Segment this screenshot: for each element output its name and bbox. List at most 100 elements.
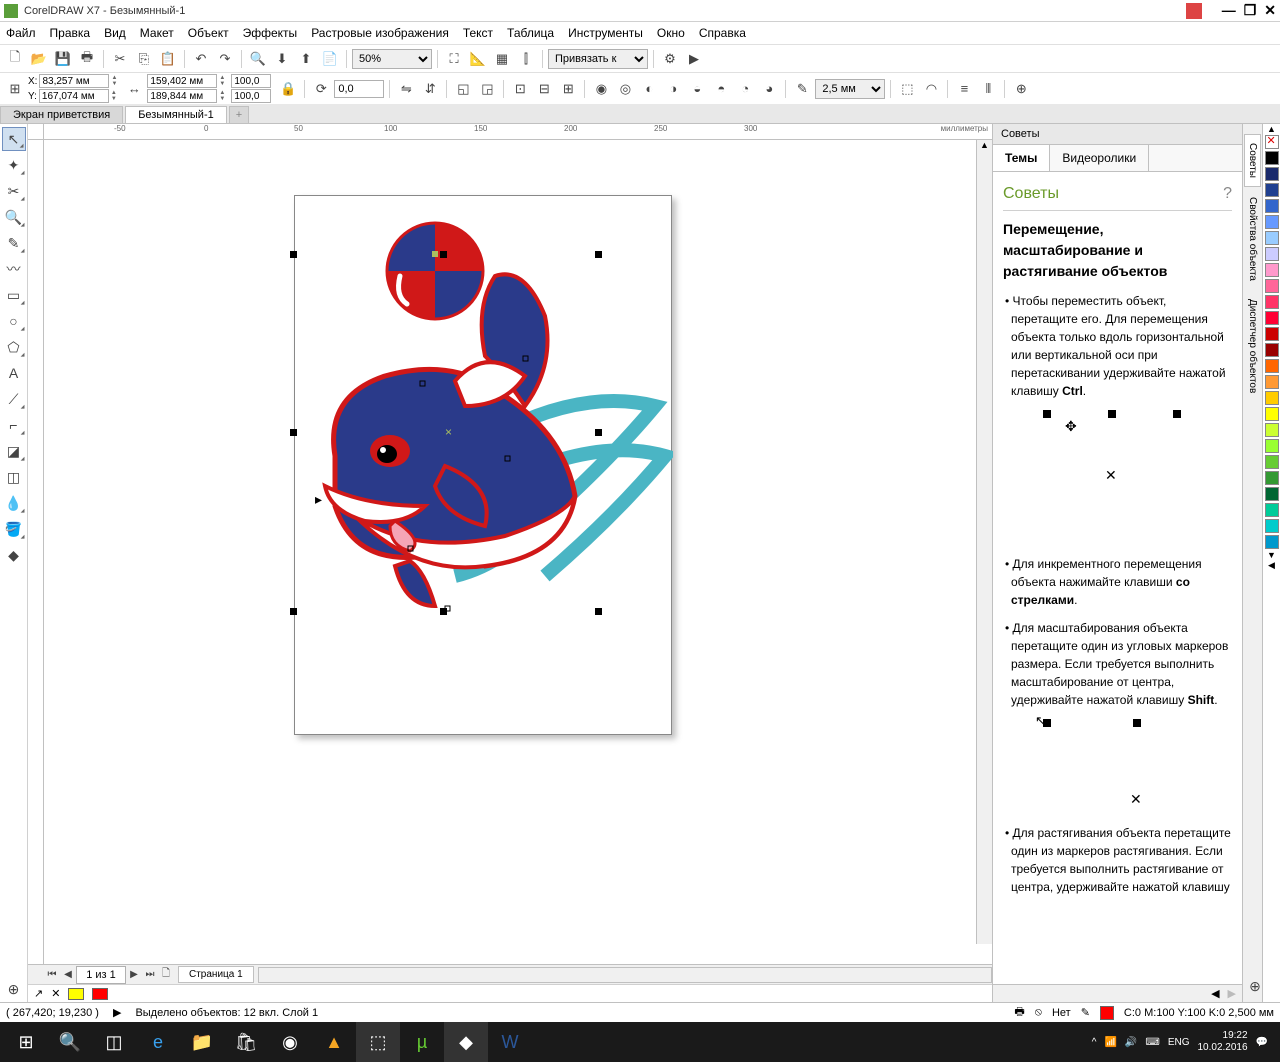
color-swatch[interactable]	[1265, 359, 1279, 373]
color-swatch[interactable]	[1265, 471, 1279, 485]
color-swatch[interactable]	[1265, 375, 1279, 389]
maximize-button[interactable]: ❐	[1244, 2, 1257, 19]
hints-tab-topics[interactable]: Темы	[993, 145, 1050, 171]
polygon-tool-icon[interactable]: ⬠◢	[2, 335, 26, 359]
dolphin-artwork[interactable]: × ▸	[295, 206, 673, 626]
selection-handle[interactable]	[290, 251, 297, 258]
color-swatch[interactable]	[1265, 535, 1279, 549]
palette-flyout-icon[interactable]: ◀	[1263, 560, 1280, 571]
hints-content[interactable]: Советы? Перемещение, масштабирование и р…	[993, 172, 1242, 984]
docker-hints[interactable]: Советы	[1244, 134, 1261, 187]
store-icon[interactable]: 🛍	[224, 1022, 268, 1062]
menu-effects[interactable]: Эффекты	[243, 26, 298, 40]
undo-icon[interactable]: ↶	[190, 48, 212, 70]
color-proof-icon[interactable]: 🖶	[1014, 1003, 1024, 1022]
color-swatch[interactable]	[1265, 503, 1279, 517]
menu-tools[interactable]: Инструменты	[568, 26, 643, 40]
clock[interactable]: 19:22 10.02.2016	[1197, 1030, 1247, 1054]
zoom-tool-icon[interactable]: 🔍◢	[2, 205, 26, 229]
quick-customize-docker-icon[interactable]: ⊕	[1243, 977, 1267, 1001]
trim-icon[interactable]: ◐	[638, 78, 660, 100]
color-swatch[interactable]	[1265, 343, 1279, 357]
color-swatch[interactable]	[1265, 407, 1279, 421]
back-minus-icon[interactable]: ◔	[734, 78, 756, 100]
transparency-icon[interactable]: ◫	[2, 465, 26, 489]
boundary-icon[interactable]: ◕	[758, 78, 780, 100]
search-icon[interactable]: 🔍	[247, 48, 269, 70]
start-button[interactable]: ⊞	[4, 1022, 48, 1062]
color-swatch[interactable]	[1265, 247, 1279, 261]
tab-document-1[interactable]: Безымянный-1	[125, 106, 227, 123]
language-indicator[interactable]: ENG	[1168, 1037, 1190, 1048]
shape-tool-icon[interactable]: ✦◢	[2, 153, 26, 177]
help-icon[interactable]: ?	[1223, 182, 1232, 206]
menu-view[interactable]: Вид	[104, 26, 126, 40]
menu-object[interactable]: Объект	[188, 26, 229, 40]
to-front-icon[interactable]: ◱	[452, 78, 474, 100]
outline-width-select[interactable]: 2,5 мм	[815, 79, 885, 99]
color-swatch[interactable]	[1265, 295, 1279, 309]
paste-icon[interactable]: 📋	[157, 48, 179, 70]
selection-handle[interactable]	[290, 429, 297, 436]
coreldraw-taskbar-icon[interactable]: ◆	[444, 1022, 488, 1062]
color-swatch[interactable]	[1265, 199, 1279, 213]
copy-icon[interactable]: ⎘	[133, 48, 155, 70]
guides-icon[interactable]: ⫿	[515, 48, 537, 70]
hints-fwd-icon[interactable]: ▶	[1228, 987, 1236, 1000]
task-view-icon[interactable]: ◫	[92, 1022, 136, 1062]
utorrent-icon[interactable]: µ	[400, 1022, 444, 1062]
color-swatch[interactable]	[1265, 439, 1279, 453]
save-icon[interactable]: 💾	[52, 48, 74, 70]
canvas[interactable]: × ▸	[44, 140, 992, 964]
no-color-swatch[interactable]: ✕	[1265, 135, 1279, 149]
menu-edit[interactable]: Правка	[50, 26, 91, 40]
eyedropper-icon[interactable]: 💧◢	[2, 491, 26, 515]
options-icon[interactable]: ⚙	[659, 48, 681, 70]
outline-pen-icon[interactable]: ✎	[791, 78, 813, 100]
quick-customize-toolbox-icon[interactable]: ⊕	[2, 977, 26, 1001]
publish-icon[interactable]: 📄	[319, 48, 341, 70]
artistic-media-icon[interactable]: 〰	[2, 257, 26, 281]
menu-file[interactable]: Файл	[6, 26, 36, 40]
selection-handle[interactable]	[440, 251, 447, 258]
rectangle-tool-icon[interactable]: ▭◢	[2, 283, 26, 307]
palette-down-icon[interactable]: ▼	[1263, 550, 1280, 560]
ime-icon[interactable]: ⌨	[1145, 1037, 1159, 1048]
redo-icon[interactable]: ↷	[214, 48, 236, 70]
menu-layout[interactable]: Макет	[140, 26, 174, 40]
first-page-icon[interactable]: ⏮	[44, 967, 60, 983]
export-icon[interactable]: ⬆	[295, 48, 317, 70]
horizontal-ruler[interactable]: -50 0 50 100 150 200 250 300 миллиметры	[28, 124, 992, 140]
color-swatch[interactable]	[1265, 231, 1279, 245]
color-swatch[interactable]	[1265, 519, 1279, 533]
tray-up-icon[interactable]: ^	[1092, 1037, 1097, 1048]
to-back-icon[interactable]: ◲	[476, 78, 498, 100]
fullscreen-icon[interactable]: ⛶	[443, 48, 465, 70]
last-page-icon[interactable]: ⏭	[142, 967, 158, 983]
outline-color-swatch[interactable]	[1100, 1006, 1114, 1020]
prev-page-icon[interactable]: ◀	[60, 967, 76, 983]
selection-handle[interactable]	[595, 251, 602, 258]
color-swatch[interactable]	[1265, 167, 1279, 181]
color-swatch[interactable]	[1265, 311, 1279, 325]
freehand-tool-icon[interactable]: ✎◢	[2, 231, 26, 255]
color-swatch[interactable]	[1265, 151, 1279, 165]
explorer-icon[interactable]: 📁	[180, 1022, 224, 1062]
quick-customize-icon[interactable]: ⊕	[1010, 78, 1032, 100]
user-icon[interactable]	[1186, 3, 1202, 19]
new-icon[interactable]: 🗋	[4, 48, 26, 70]
word-icon[interactable]: W	[488, 1022, 532, 1062]
intersect-icon[interactable]: ◑	[662, 78, 684, 100]
lock-ratio-icon[interactable]: 🔒	[277, 78, 299, 100]
width-input[interactable]	[147, 74, 217, 88]
y-position-input[interactable]	[39, 89, 109, 103]
search-button[interactable]: 🔍	[48, 1022, 92, 1062]
menu-bitmaps[interactable]: Растровые изображения	[311, 26, 449, 40]
weld-icon[interactable]: ◎	[614, 78, 636, 100]
smart-fill-icon[interactable]: ◆	[2, 543, 26, 567]
menu-table[interactable]: Таблица	[507, 26, 554, 40]
hints-back-icon[interactable]: ◀	[1211, 987, 1219, 1000]
page-tab-1[interactable]: Страница 1	[178, 966, 254, 983]
color-swatch[interactable]	[1265, 487, 1279, 501]
menu-window[interactable]: Окно	[657, 26, 685, 40]
